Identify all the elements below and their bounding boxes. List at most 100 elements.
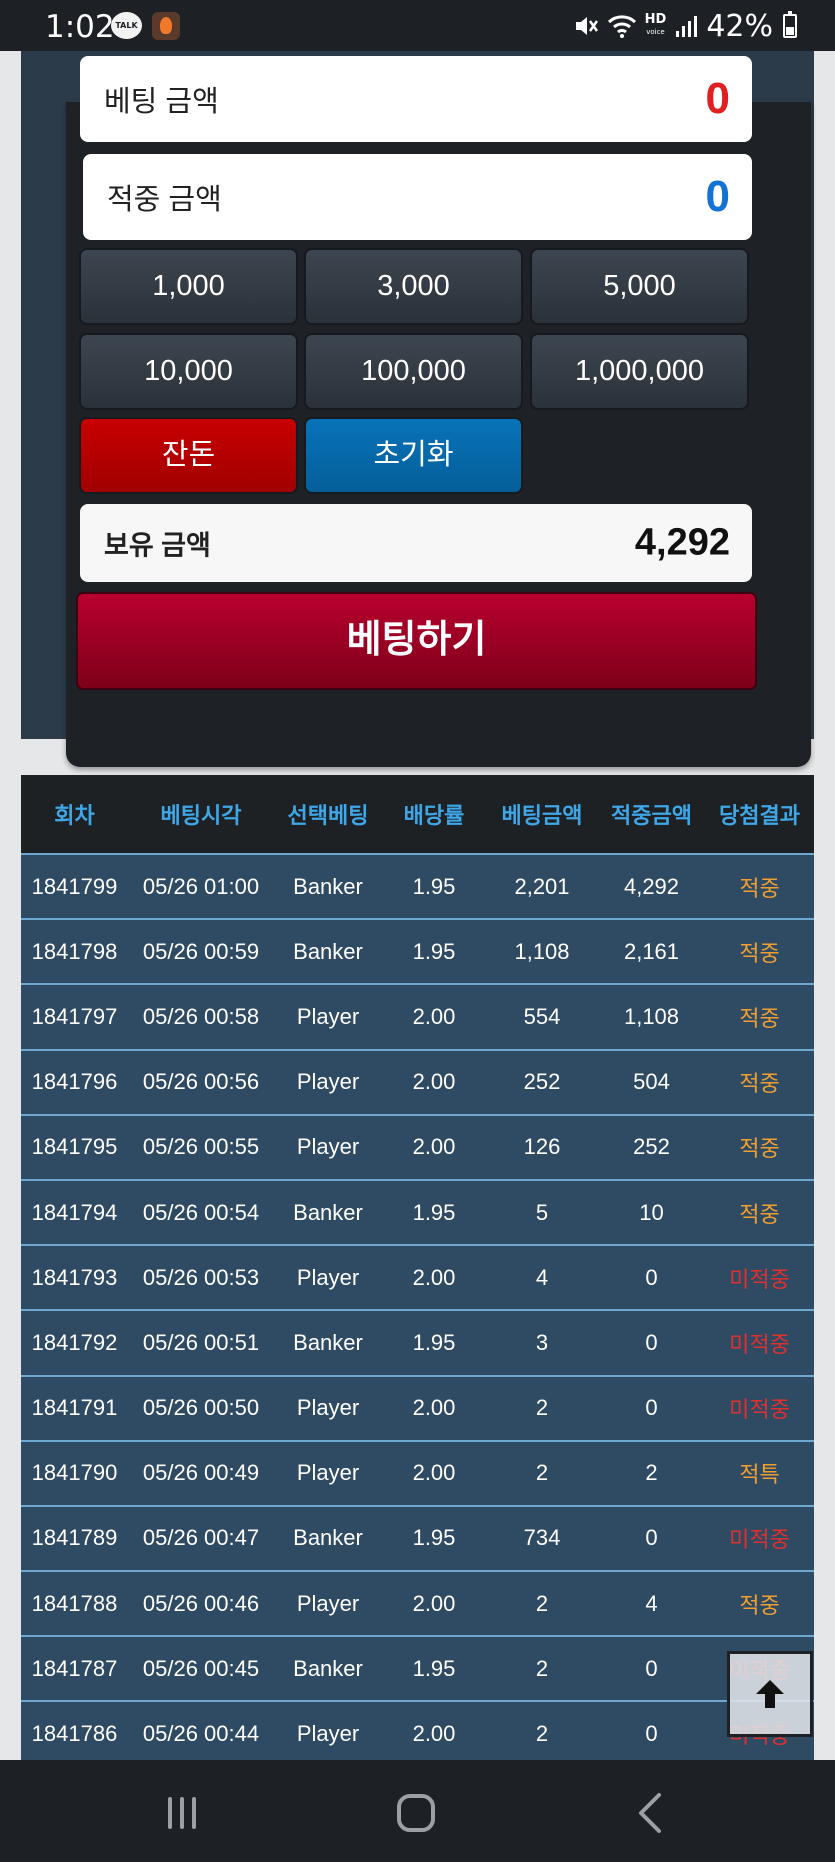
cell-bet-amount: 734 (523, 1525, 561, 1551)
col-win-amount: 적중금액 (611, 803, 692, 828)
cell-result: 미적중 (729, 1527, 790, 1553)
home-button[interactable] (391, 1790, 441, 1836)
cell-win-amount: 4 (645, 1590, 658, 1616)
cell-bet-amount: 3 (535, 1329, 549, 1355)
chip-1000000-button[interactable]: 1,000,000 (530, 333, 749, 410)
battery-icon (783, 11, 797, 38)
chip-100000-button[interactable]: 100,000 (304, 333, 523, 410)
bet-amount-field: 베팅 금액 0 (80, 56, 752, 142)
cell-result: 적중 (739, 1136, 780, 1162)
signal-icon (676, 16, 698, 37)
cell-odds: 2.00 (412, 1395, 456, 1421)
cell-pick: Player (296, 1003, 360, 1029)
cell-bet-time: 05/26 00:45 (142, 1655, 260, 1681)
cell-odds: 2.00 (412, 1264, 456, 1290)
status-icons: HD voice 42% (573, 9, 797, 44)
cell-round: 1841794 (31, 1199, 118, 1225)
cell-round: 1841786 (31, 1721, 118, 1747)
cell-round: 1841792 (31, 1329, 118, 1355)
chip-10000-button[interactable]: 10,000 (79, 333, 298, 410)
cell-win-amount: 0 (645, 1395, 658, 1421)
table-row: 1841799 05/26 01:00 Banker 1.95 2,201 4,292 적중 (21, 853, 814, 919)
cell-result: 적중 (739, 1005, 780, 1031)
table-row: 1841795 05/26 00:55 Player 2.00 126 252 적중 (21, 1113, 814, 1179)
cell-win-amount: 0 (645, 1655, 658, 1681)
table-row: 1841788 05/26 00:46 Player 2.00 2 4 적중 (21, 1570, 814, 1636)
cell-odds: 1.95 (412, 1655, 456, 1681)
recents-button[interactable] (157, 1790, 207, 1836)
cell-win-amount: 504 (633, 1069, 670, 1095)
allin-button[interactable]: 잔돈 (79, 417, 298, 494)
cell-pick: Banker (293, 1329, 363, 1355)
app-notification-icon (152, 12, 180, 40)
table-row: 1841798 05/26 00:59 Banker 1.95 1,108 2,161 적중 (21, 918, 814, 984)
cell-pick: Player (296, 1590, 360, 1616)
table-row: 1841796 05/26 00:56 Player 2.00 252 504 적중 (21, 1048, 814, 1114)
col-result: 당첨결과 (719, 803, 800, 828)
cell-result: 미적중 (729, 1266, 790, 1292)
cell-bet-time: 05/26 00:46 (142, 1590, 260, 1616)
cell-odds: 2.00 (412, 1590, 456, 1616)
cell-round: 1841798 (31, 938, 118, 964)
chip-1000-button[interactable]: 1,000 (79, 248, 298, 325)
cell-result: 적특 (739, 1462, 780, 1488)
cell-bet-time: 05/26 00:50 (142, 1395, 260, 1421)
place-bet-button[interactable]: 베팅하기 (76, 592, 757, 690)
bet-amount-value: 0 (705, 74, 730, 123)
cell-bet-time: 05/26 00:54 (142, 1199, 260, 1225)
cell-bet-time: 05/26 00:53 (142, 1264, 260, 1290)
cell-result: 적중 (739, 1592, 780, 1618)
cell-bet-amount: 4 (535, 1264, 549, 1290)
scroll-top-button[interactable] (727, 1651, 813, 1737)
mute-icon (575, 17, 598, 35)
cell-pick: Banker (293, 1655, 363, 1681)
cell-bet-amount: 2 (535, 1395, 549, 1421)
wifi-icon (607, 15, 636, 38)
cell-bet-time: 05/26 00:58 (142, 1003, 260, 1029)
table-row: 184178605/26 00:44Player2.0020미적중 (21, 1700, 814, 1766)
cell-bet-amount: 126 (523, 1134, 561, 1160)
cell-win-amount: 4,292 (623, 873, 680, 899)
recents-icon (168, 1797, 196, 1829)
cell-pick: Banker (293, 873, 363, 899)
cell-pick: Player (296, 1721, 360, 1747)
cell-odds: 2.00 (412, 1069, 456, 1095)
cell-odds: 2.00 (412, 1460, 456, 1486)
chip-5000-button[interactable]: 5,000 (530, 248, 749, 325)
cell-pick: Banker (293, 1199, 363, 1225)
chip-3000-button[interactable]: 3,000 (304, 248, 523, 325)
cell-bet-time: 05/26 01:00 (142, 873, 260, 899)
cell-bet-amount: 2 (535, 1721, 549, 1747)
cell-bet-amount: 2,201 (514, 873, 570, 899)
table-row: 1841790 05/26 00:49 Player 2.00 2 2 적특 (21, 1439, 814, 1505)
cell-win-amount: 0 (645, 1329, 658, 1355)
cell-win-amount: 1,108 (623, 1003, 680, 1029)
cell-round: 1841796 (31, 1069, 118, 1095)
table-header: 회차 베팅시각 선택베팅 배당률 베팅금액 적중금액 당첨결과 (21, 775, 814, 853)
cell-round: 1841797 (31, 1003, 118, 1029)
cell-bet-time: 05/26 00:56 (142, 1069, 260, 1095)
cell-pick: Banker (293, 1525, 363, 1551)
hd-voice-icon: HD voice (644, 12, 667, 36)
cell-result: 적중 (739, 1201, 780, 1227)
cell-result: 적중 (739, 1071, 780, 1097)
col-bet-amount: 베팅금액 (501, 803, 583, 828)
reset-button[interactable]: 초기화 (304, 417, 523, 494)
cell-odds: 1.95 (412, 1525, 456, 1551)
system-nav-bar (0, 1760, 835, 1862)
cell-result: 적중 (739, 940, 780, 966)
cell-round: 1841799 (31, 873, 118, 899)
cell-bet-amount: 1,108 (514, 938, 570, 964)
cell-round: 1841790 (31, 1460, 118, 1486)
cell-bet-time: 05/26 00:47 (142, 1525, 260, 1551)
cell-bet-time: 05/26 00:55 (142, 1134, 260, 1160)
bet-amount-label: 베팅 금액 (104, 86, 219, 118)
table-row: 1841797 05/26 00:58 Player 2.00 554 1,108 적중 (21, 983, 814, 1049)
cell-odds: 2.00 (412, 1721, 456, 1747)
cell-pick: Player (296, 1460, 360, 1486)
table-row: 184178705/26 00:45Banker1.9520미적중 (21, 1635, 814, 1701)
status-bar: 1:02 TALK HD voice 42% (0, 0, 835, 51)
back-button[interactable] (625, 1790, 675, 1836)
hit-amount-field: 적중 금액 0 (83, 154, 752, 240)
hit-amount-label: 적중 금액 (107, 184, 222, 216)
